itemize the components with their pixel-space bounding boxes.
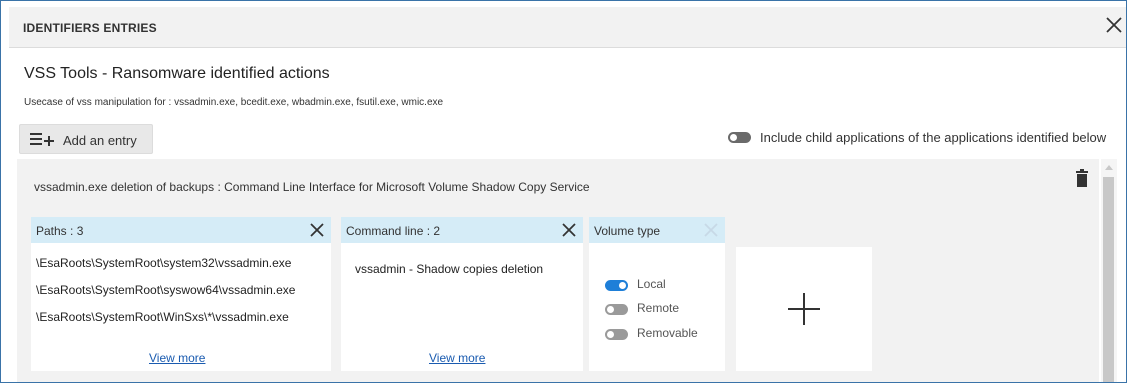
include-children-label: Include child applications of the applic… [760,130,1107,145]
paths-view-more-link[interactable]: View more [149,351,205,365]
add-criteria-button[interactable] [736,247,872,371]
volume-option-label: Remote [637,301,680,315]
command-line-card-title: Command line : 2 [346,224,441,238]
volume-type-card-title: Volume type [594,224,661,238]
volume-option-remote: Remote [605,301,679,316]
path-item: \EsaRoots\SystemRoot\WinSxs\*\vssadmin.e… [36,310,289,324]
entry-title: vssadmin.exe deletion of backups : Comma… [34,180,590,194]
page-title: VSS Tools - Ransomware identified action… [24,65,330,82]
volume-local-toggle[interactable] [605,280,628,291]
close-icon[interactable] [1103,14,1125,36]
identifiers-dialog: IDENTIFIERS ENTRIES VSS Tools - Ransomwa… [0,0,1127,383]
volume-removable-toggle[interactable] [605,329,628,340]
volume-type-card: Volume type Local Remote Removable [589,217,725,371]
vertical-scrollbar[interactable] [1101,159,1117,382]
list-add-icon [30,133,54,146]
volume-remote-toggle[interactable] [605,304,628,315]
entry-panel: vssadmin.exe deletion of backups : Comma… [17,159,1099,382]
command-line-card-header: Command line : 2 [341,217,583,243]
add-entry-button[interactable]: Add an entry [19,124,153,154]
command-line-view-more-link[interactable]: View more [429,351,485,365]
include-children-option: Include child applications of the applic… [728,130,1126,146]
path-item: \EsaRoots\SystemRoot\system32\vssadmin.e… [36,256,292,270]
volume-option-label: Local [637,277,666,291]
command-line-item: vssadmin - Shadow copies deletion [355,262,544,276]
path-item: \EsaRoots\SystemRoot\syswow64\vssadmin.e… [36,283,296,297]
close-icon[interactable] [561,222,577,238]
include-children-toggle[interactable] [728,132,751,143]
scroll-up-icon[interactable] [1105,165,1113,170]
add-entry-label: Add an entry [63,133,137,148]
command-line-card: Command line : 2 vssadmin - Shadow copie… [341,217,583,371]
dialog-header: IDENTIFIERS ENTRIES [9,7,1126,48]
plus-icon [788,293,820,325]
close-icon[interactable] [703,222,719,238]
close-icon[interactable] [309,222,325,238]
volume-option-removable: Removable [605,326,698,341]
dialog-header-title: IDENTIFIERS ENTRIES [23,21,157,35]
page-subtitle: Usecase of vss manipulation for : vssadm… [24,97,444,108]
volume-type-card-header: Volume type [589,217,725,243]
trash-icon[interactable] [1075,169,1089,187]
paths-card-title: Paths : 3 [36,224,84,238]
scrollbar-thumb[interactable] [1103,177,1114,382]
paths-card: Paths : 3 \EsaRoots\SystemRoot\system32\… [31,217,331,371]
volume-option-local: Local [605,277,666,292]
paths-card-header: Paths : 3 [31,217,331,243]
volume-option-label: Removable [637,326,698,340]
